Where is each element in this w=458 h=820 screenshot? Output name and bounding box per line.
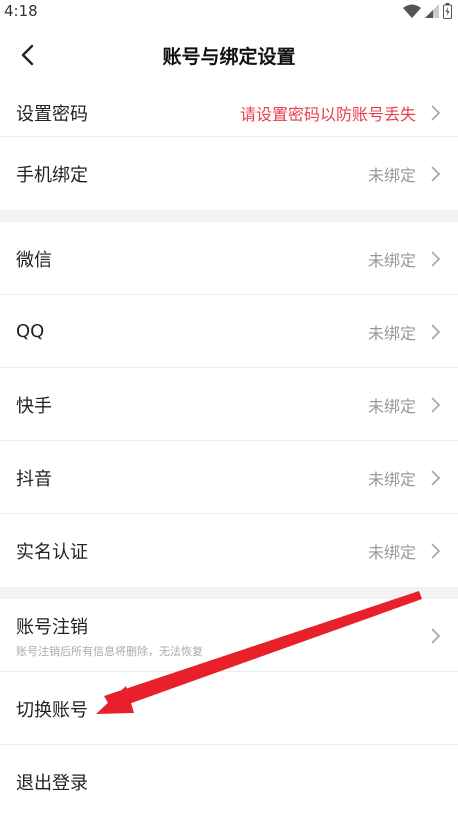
status-icons xyxy=(403,3,452,19)
back-arrow-icon xyxy=(21,44,34,66)
page-title: 账号与绑定设置 xyxy=(162,45,296,68)
logout-row[interactable]: 退出登录 xyxy=(0,745,458,818)
switch-account-label: 切换账号 xyxy=(16,699,88,721)
header: 账号与绑定设置 xyxy=(0,22,458,88)
status-time: 4:18 xyxy=(4,2,38,20)
signal-icon xyxy=(425,4,439,18)
douyin-status: 未绑定 xyxy=(367,469,416,489)
logout-label: 退出登录 xyxy=(16,772,88,794)
set-password-label: 设置密码 xyxy=(16,103,88,125)
chevron-right-icon xyxy=(431,323,441,340)
real-name-auth-status: 未绑定 xyxy=(367,542,416,562)
back-button[interactable] xyxy=(10,38,44,72)
wechat-row[interactable]: 微信 未绑定 xyxy=(0,222,458,295)
wechat-label: 微信 xyxy=(16,249,52,271)
phone-binding-row[interactable]: 手机绑定 未绑定 xyxy=(0,137,458,210)
douyin-label: 抖音 xyxy=(16,468,52,490)
settings-list: 设置密码 请设置密码以防账号丢失 手机绑定 未绑定 微信 未绑定 QQ 未绑定 … xyxy=(0,88,458,818)
kuaishou-label: 快手 xyxy=(16,395,52,417)
account-cancel-label: 账号注销 xyxy=(16,616,88,638)
real-name-auth-label: 实名认证 xyxy=(16,541,88,563)
status-bar: 4:18 xyxy=(0,0,458,22)
wifi-icon xyxy=(403,4,421,18)
wechat-status: 未绑定 xyxy=(367,250,416,270)
chevron-right-icon xyxy=(431,165,441,182)
chevron-right-icon xyxy=(431,396,441,413)
qq-row[interactable]: QQ 未绑定 xyxy=(0,295,458,368)
qq-status: 未绑定 xyxy=(367,323,416,343)
set-password-hint: 请设置密码以防账号丢失 xyxy=(239,104,416,124)
chevron-right-icon xyxy=(431,542,441,559)
account-cancel-subtitle: 账号注销后所有信息将删除，无法恢复 xyxy=(16,644,203,658)
battery-icon xyxy=(443,3,452,19)
chevron-right-icon xyxy=(431,250,441,267)
section-gap xyxy=(0,587,458,599)
account-cancel-row[interactable]: 账号注销 账号注销后所有信息将删除，无法恢复 xyxy=(0,599,458,672)
kuaishou-status: 未绑定 xyxy=(367,396,416,416)
qq-label: QQ xyxy=(16,321,45,342)
kuaishou-row[interactable]: 快手 未绑定 xyxy=(0,368,458,441)
chevron-right-icon xyxy=(431,469,441,486)
chevron-right-icon xyxy=(431,627,441,644)
section-gap xyxy=(0,210,458,222)
set-password-row[interactable]: 设置密码 请设置密码以防账号丢失 xyxy=(0,88,458,137)
phone-binding-label: 手机绑定 xyxy=(16,164,88,186)
douyin-row[interactable]: 抖音 未绑定 xyxy=(0,441,458,514)
switch-account-row[interactable]: 切换账号 xyxy=(0,672,458,745)
chevron-right-icon xyxy=(431,104,441,121)
real-name-auth-row[interactable]: 实名认证 未绑定 xyxy=(0,514,458,587)
phone-binding-status: 未绑定 xyxy=(367,165,416,185)
